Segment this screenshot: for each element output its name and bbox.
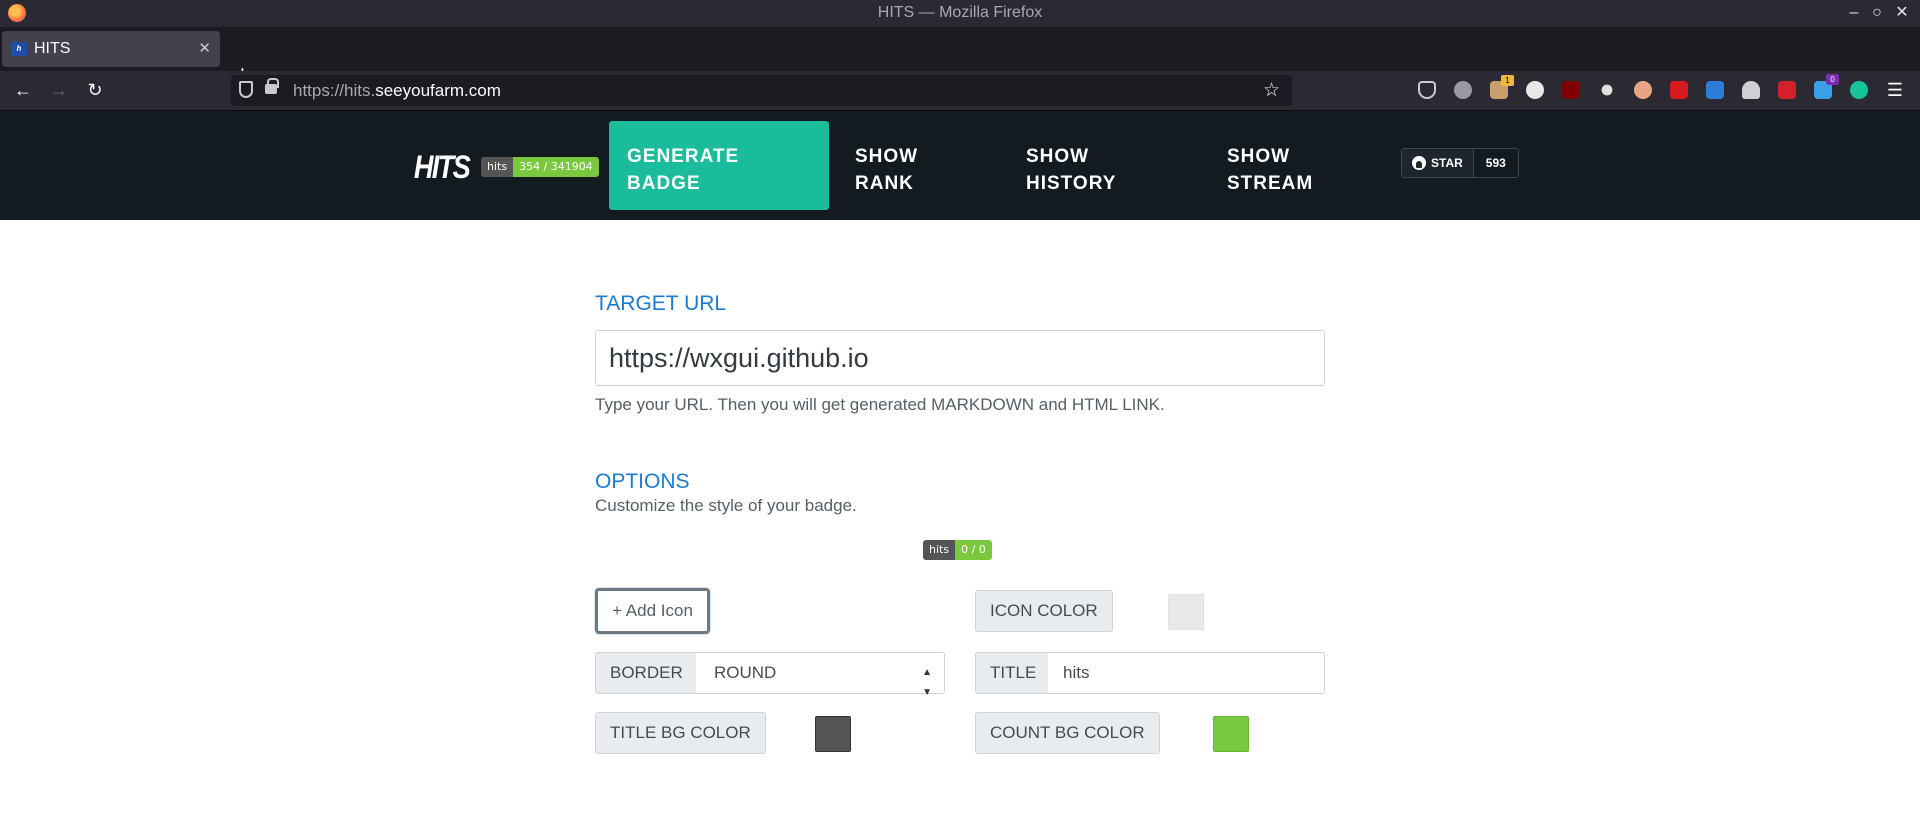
hamburger-menu-icon[interactable]: ☰ <box>1884 79 1906 101</box>
generate-badge-button[interactable]: GENERATE BADGE <box>609 121 829 210</box>
hits-logo[interactable]: HITS <box>414 149 471 186</box>
url-prefix: https://hits. <box>293 81 376 100</box>
target-url-heading: TARGET URL <box>595 292 727 315</box>
stream-label-line1: SHOW <box>1227 146 1291 167</box>
tab-hits[interactable]: h HITS ✕ <box>2 31 220 67</box>
star-label: STAR <box>1431 156 1463 170</box>
stylus-extension-icon[interactable] <box>1706 81 1724 99</box>
icon-color-swatch[interactable] <box>1168 594 1204 630</box>
forward-arrow-icon[interactable]: → <box>48 79 70 101</box>
grammarly-icon[interactable] <box>1850 81 1868 99</box>
reload-icon[interactable]: ↻ <box>84 79 106 101</box>
title-bg-color-label: TITLE BG COLOR <box>595 712 766 754</box>
generate-label-line1: GENERATE <box>627 146 740 167</box>
extension-count-badge: 0 <box>1826 74 1839 85</box>
options-heading: OPTIONS <box>595 470 690 493</box>
show-rank-link[interactable]: SHOW RANK <box>855 143 918 197</box>
target-url-help: Type your URL. Then you will get generat… <box>595 395 1165 414</box>
github-star-widget[interactable]: STAR 593 <box>1401 148 1519 178</box>
preview-badge-label: hits <box>923 540 956 560</box>
badge-label: hits <box>481 157 514 177</box>
bookmark-star-icon[interactable]: ☆ <box>1263 79 1280 102</box>
site-header: HITS hits 354 / 341904 GENERATE BADGE SH… <box>0 111 1920 220</box>
blue-extension-icon[interactable]: 0 <box>1814 74 1839 99</box>
hits-favicon-icon: h <box>11 42 27 56</box>
star-count[interactable]: 593 <box>1472 149 1518 177</box>
window-titlebar: HITS — Mozilla Firefox – ○ ✕ <box>0 0 1920 27</box>
skype-extension-icon[interactable] <box>1454 81 1472 99</box>
pocket-icon[interactable] <box>1418 81 1436 99</box>
target-url-input[interactable] <box>595 330 1325 386</box>
tab-strip: h HITS ✕ + <box>0 27 1920 86</box>
window-title: HITS — Mozilla Firefox <box>877 4 1043 21</box>
ghost-extension-icon[interactable] <box>1526 81 1544 99</box>
show-history-link[interactable]: SHOW HISTORY <box>1026 143 1116 197</box>
face-extension-icon[interactable] <box>1634 81 1652 99</box>
preview-badge: hits 0 / 0 <box>923 540 992 560</box>
border-select-value: ROUND <box>714 663 777 682</box>
address-bar[interactable]: https://hits.seeyoufarm.com ☆ <box>231 75 1292 106</box>
tracking-shield-icon[interactable] <box>239 81 253 98</box>
extension-badge: 1 <box>1501 75 1514 86</box>
github-icon <box>1412 156 1426 170</box>
history-label-line2: HISTORY <box>1026 173 1117 194</box>
site-hits-badge: hits 354 / 341904 <box>481 157 599 177</box>
minimize-icon[interactable]: – <box>1843 2 1865 24</box>
ublock-origin-icon[interactable] <box>1562 81 1580 99</box>
close-window-icon[interactable]: ✕ <box>1891 2 1913 24</box>
stream-label-line2: STREAM <box>1227 173 1314 194</box>
close-tab-icon[interactable]: ✕ <box>198 39 211 57</box>
lock-extension-icon[interactable] <box>1778 81 1796 99</box>
dots-extension-icon[interactable] <box>1601 84 1613 96</box>
title-label: TITLE <box>975 652 1052 694</box>
rank-label-line1: SHOW <box>855 146 919 167</box>
url-domain: seeyoufarm.com <box>375 81 501 100</box>
border-label: BORDER <box>595 652 698 694</box>
count-bg-color-label: COUNT BG COLOR <box>975 712 1160 754</box>
icon-color-label: ICON COLOR <box>975 590 1113 632</box>
history-label-line1: SHOW <box>1026 146 1090 167</box>
lock-icon[interactable] <box>265 78 279 94</box>
title-input[interactable]: hits <box>1048 652 1325 694</box>
cat-extension-icon[interactable] <box>1742 81 1760 99</box>
back-arrow-icon[interactable]: ← <box>12 79 34 101</box>
border-select[interactable]: ROUND ▲ ▼ <box>696 652 945 698</box>
red-extension-icon[interactable] <box>1670 81 1688 99</box>
address-text[interactable]: https://hits.seeyoufarm.com <box>293 81 501 101</box>
maximize-icon[interactable]: ○ <box>1866 2 1888 24</box>
badge-count: 354 / 341904 <box>513 157 599 177</box>
count-bg-color-swatch[interactable] <box>1213 716 1249 752</box>
rank-label-line2: RANK <box>855 173 914 194</box>
show-stream-link[interactable]: SHOW STREAM <box>1227 143 1313 197</box>
options-subheading: Customize the style of your badge. <box>595 496 857 515</box>
github-star-button[interactable]: STAR <box>1402 149 1473 177</box>
generate-label-line2: BADGE <box>627 173 701 194</box>
navigation-toolbar: ← → ↻ https://hits.seeyoufarm.com ☆ 1 0 … <box>0 71 1920 111</box>
add-icon-button[interactable]: + Add Icon <box>595 588 710 634</box>
preview-badge-count: 0 / 0 <box>955 540 992 560</box>
extension-package-icon[interactable]: 1 <box>1490 75 1514 99</box>
tab-title: HITS <box>34 40 71 57</box>
select-arrows-icon: ▲ ▼ <box>922 667 932 698</box>
title-bg-color-swatch[interactable] <box>815 716 851 752</box>
